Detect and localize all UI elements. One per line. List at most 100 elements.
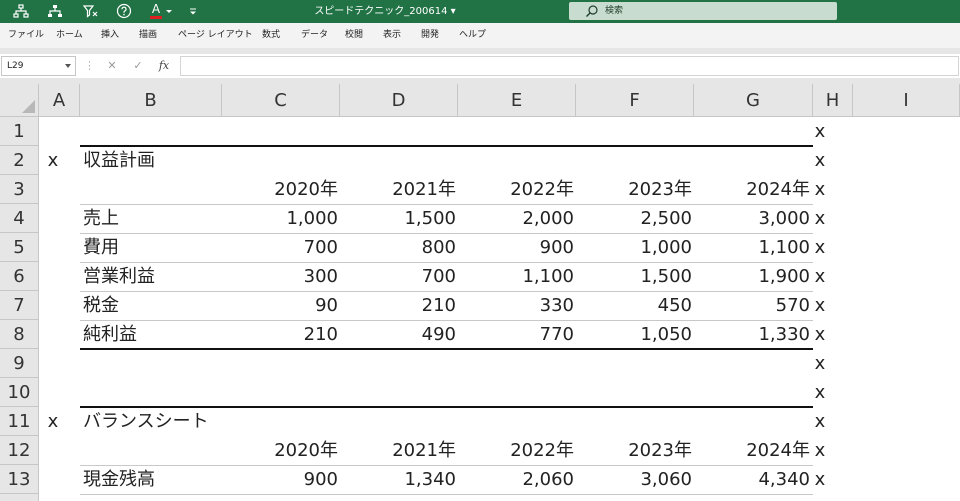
tab-file[interactable]: ファイル [8,23,44,48]
tab-data[interactable]: データ [301,23,328,48]
table-cell[interactable]: 2,000 [458,204,574,233]
cell-h9[interactable]: x [813,349,827,378]
table-cell[interactable]: 900 [222,465,338,494]
row-header-14[interactable]: 14 [0,494,39,501]
insert-function-button[interactable]: fx [156,56,172,76]
table-cell[interactable]: 800 [340,233,456,262]
row-label-costs[interactable]: 費用 [83,233,119,262]
cancel-button[interactable]: ✕ [104,56,120,76]
cell-h1[interactable]: x [813,117,827,146]
splitter-handle[interactable]: ⋮ [84,56,95,76]
row-label-tax[interactable]: 税金 [83,291,119,320]
column-header-c[interactable]: C [222,84,340,117]
help-icon[interactable] [116,3,132,19]
name-box[interactable]: L29 [1,56,76,76]
table-cell[interactable]: 1,330 [694,320,810,349]
table-cell[interactable]: 490 [340,320,456,349]
table-cell[interactable]: 700 [222,233,338,262]
formula-input[interactable] [180,56,959,76]
font-color-icon[interactable]: A [150,2,176,19]
cell-h11[interactable]: x [813,407,827,436]
table-cell[interactable]: 570 [694,291,810,320]
cell-h7[interactable]: x [813,291,827,320]
income-table-title[interactable]: 収益計画 [83,146,155,175]
cell-h13[interactable]: x [813,465,827,494]
search-input[interactable]: 検索 [569,2,837,20]
table-cell[interactable]: 1,050 [576,320,692,349]
tab-home[interactable]: ホーム [56,23,83,48]
row-label-sales[interactable]: 売上 [83,204,119,233]
row-header-6[interactable]: 6 [0,262,39,291]
table-cell[interactable]: 3,060 [576,465,692,494]
document-title[interactable]: スピードテクニック_200614 ▾ [300,0,470,23]
table-cell[interactable]: 1,000 [222,204,338,233]
table-cell[interactable]: 2,500 [576,204,692,233]
table-cell[interactable]: 2,060 [458,465,574,494]
column-header-b[interactable]: B [80,84,222,117]
cell-a11[interactable]: x [46,407,60,436]
row-header-8[interactable]: 8 [0,320,39,349]
row-header-11[interactable]: 11 [0,407,39,436]
income-year-header[interactable]: 2020年 [222,175,338,204]
table-cell[interactable]: 210 [340,291,456,320]
cell-h2[interactable]: x [813,146,827,175]
cell-h5[interactable]: x [813,233,827,262]
balance-year-header[interactable]: 2020年 [222,436,338,465]
cell-h12[interactable]: x [813,436,827,465]
column-header-i[interactable]: I [853,84,960,117]
enter-button[interactable]: ✓ [130,56,146,76]
column-header-e[interactable]: E [458,84,576,117]
hierarchy-icon[interactable] [47,3,63,19]
tab-formulas[interactable]: 数式 [262,23,280,48]
cell-h10[interactable]: x [813,378,827,407]
row-header-9[interactable]: 9 [0,349,39,378]
tab-help[interactable]: ヘルプ [459,23,486,48]
table-cell[interactable]: 3,000 [694,204,810,233]
column-header-f[interactable]: F [576,84,694,117]
column-header-a[interactable]: A [39,84,80,117]
table-cell[interactable]: 450 [576,291,692,320]
table-cell[interactable]: 210 [222,320,338,349]
org-chart-icon[interactable] [13,3,29,19]
balance-year-header[interactable]: 2021年 [340,436,456,465]
tab-draw[interactable]: 描画 [139,23,157,48]
table-cell[interactable]: 1,100 [458,262,574,291]
table-cell[interactable]: 900 [458,233,574,262]
balance-year-header[interactable]: 2023年 [576,436,692,465]
balance-year-header[interactable]: 2022年 [458,436,574,465]
column-header-g[interactable]: G [694,84,813,117]
table-cell[interactable]: 1,000 [576,233,692,262]
table-cell[interactable]: 4,340 [694,465,810,494]
table-cell[interactable]: 1,340 [340,465,456,494]
row-header-1[interactable]: 1 [0,117,39,146]
tab-insert[interactable]: 挿入 [101,23,119,48]
chevron-down-icon[interactable] [65,64,71,68]
row-header-3[interactable]: 3 [0,175,39,204]
row-label-operating-profit[interactable]: 営業利益 [83,262,155,291]
table-cell[interactable]: 700 [340,262,456,291]
worksheet-grid[interactable]: A B C D E F G H I 1 2 3 4 5 6 7 8 9 10 1… [0,84,960,501]
table-cell[interactable]: 770 [458,320,574,349]
row-header-12[interactable]: 12 [0,436,39,465]
row-header-7[interactable]: 7 [0,291,39,320]
table-cell[interactable]: 330 [458,291,574,320]
cell-a2[interactable]: x [46,146,60,175]
tab-review[interactable]: 校閲 [345,23,363,48]
row-header-2[interactable]: 2 [0,146,39,175]
table-cell[interactable]: 1,500 [576,262,692,291]
tab-page-layout[interactable]: ページ レイアウト [178,23,253,48]
cell-h8[interactable]: x [813,320,827,349]
tab-view[interactable]: 表示 [383,23,401,48]
row-label-cash-balance[interactable]: 現金残高 [83,465,155,494]
income-year-header[interactable]: 2021年 [340,175,456,204]
table-cell[interactable]: 1,900 [694,262,810,291]
balance-table-title[interactable]: バランスシート [83,407,209,436]
row-header-10[interactable]: 10 [0,378,39,407]
customize-toolbar-icon[interactable] [185,3,201,19]
tab-developer[interactable]: 開発 [421,23,439,48]
row-header-4[interactable]: 4 [0,204,39,233]
cell-h3[interactable]: x [813,175,827,204]
income-year-header[interactable]: 2024年 [694,175,810,204]
clear-filter-icon[interactable] [82,3,98,19]
table-cell[interactable]: 1,500 [340,204,456,233]
